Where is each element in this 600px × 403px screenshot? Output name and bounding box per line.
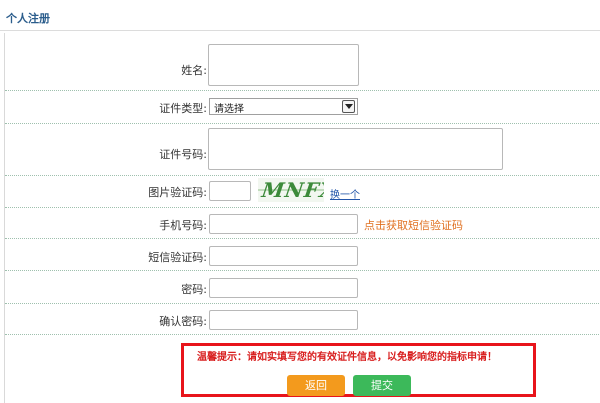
row-divider <box>5 123 600 124</box>
captcha-image[interactable]: MNFX <box>258 178 324 202</box>
page-title: 个人注册 <box>6 12 50 25</box>
captcha-refresh-link[interactable]: 换一个 <box>330 186 360 201</box>
row-divider <box>5 207 600 208</box>
password-input[interactable] <box>209 278 358 298</box>
name-input[interactable] <box>208 44 359 86</box>
id-number-label: 证件号码: <box>159 148 207 161</box>
get-sms-code-link[interactable]: 点击获取短信验证码 <box>364 217 463 233</box>
row-divider <box>5 334 600 335</box>
captcha-label: 图片验证码: <box>148 186 207 199</box>
phone-label: 手机号码: <box>159 219 207 232</box>
warm-tip-notice: 温馨提示：请如实填写您的有效证件信息，以免影响您的指标申请！ <box>197 352 497 363</box>
row-divider <box>5 90 600 91</box>
sms-code-input[interactable] <box>209 246 358 266</box>
chevron-down-icon[interactable] <box>342 100 355 113</box>
back-button[interactable]: 返回 <box>287 375 345 396</box>
submit-button[interactable]: 提交 <box>353 375 411 396</box>
row-divider <box>5 238 600 239</box>
name-label: 姓名: <box>181 64 207 77</box>
row-divider <box>5 270 600 271</box>
sms-code-label: 短信验证码: <box>148 251 207 264</box>
row-divider <box>5 303 600 304</box>
page-header: 个人注册 <box>0 0 600 31</box>
captcha-input[interactable] <box>209 181 251 201</box>
phone-input[interactable] <box>209 214 358 234</box>
id-type-select[interactable]: 请选择 <box>209 98 358 115</box>
notice-highlight-box: 温馨提示：请如实填写您的有效证件信息，以免影响您的指标申请！ 返回 提交 <box>181 343 536 397</box>
id-type-selected-value: 请选择 <box>214 104 244 115</box>
registration-page: 个人注册 姓名: 证件类型: 请选择 证件号码: 图片验证码: MNFX 换一个… <box>0 0 600 403</box>
id-number-input[interactable] <box>208 128 503 170</box>
password-label: 密码: <box>181 283 207 296</box>
confirm-password-label: 确认密码: <box>159 315 207 328</box>
captcha-text: MNFX <box>260 178 324 202</box>
id-type-label: 证件类型: <box>159 102 207 115</box>
row-divider <box>5 175 600 176</box>
confirm-password-input[interactable] <box>209 310 358 330</box>
